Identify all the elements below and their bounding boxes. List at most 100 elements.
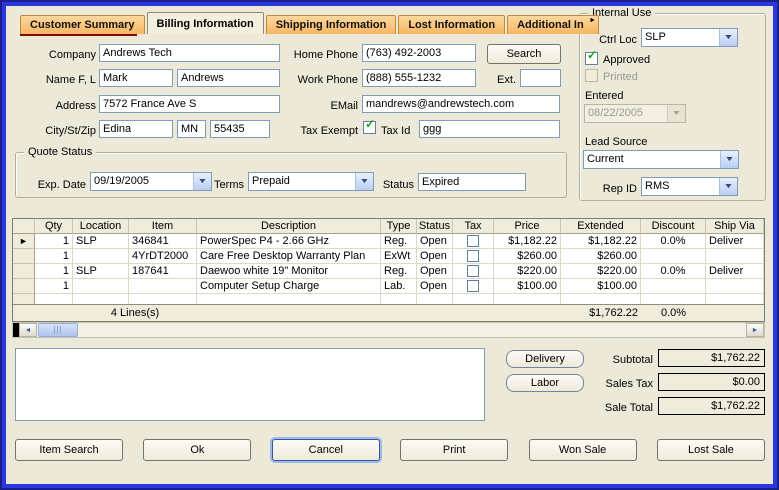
cell-status[interactable]: Open	[417, 249, 453, 264]
cell-shipvia[interactable]	[706, 279, 764, 294]
table-row[interactable]: 1 4YrDT2000 Care Free Desktop Warranty P…	[13, 249, 764, 264]
cell-price[interactable]: $100.00	[494, 279, 561, 294]
scroll-left-arrow-icon[interactable]: ◄	[19, 323, 37, 337]
cell-price[interactable]: $1,182.22	[494, 234, 561, 249]
ctrl-loc-select[interactable]: SLP ▼	[641, 28, 738, 47]
row-selector[interactable]	[13, 264, 35, 279]
address-input[interactable]	[99, 95, 280, 113]
tab-lost-information[interactable]: Lost Information	[398, 15, 505, 34]
cell-extended[interactable]: $1,182.22	[561, 234, 641, 249]
cell-item[interactable]: 346841	[129, 234, 197, 249]
labor-button[interactable]: Labor	[506, 374, 584, 392]
notes-textarea[interactable]	[15, 348, 485, 421]
col-header-selector[interactable]	[13, 219, 35, 234]
tax-checkbox[interactable]	[467, 265, 479, 277]
cell-shipvia[interactable]	[706, 249, 764, 264]
cell-extended[interactable]: $220.00	[561, 264, 641, 279]
cell-description[interactable]: Computer Setup Charge	[197, 279, 381, 294]
cell-type[interactable]: Reg.	[381, 264, 417, 279]
col-header-type[interactable]: Type	[381, 219, 417, 234]
home-phone-input[interactable]	[362, 44, 476, 62]
cell-item[interactable]	[129, 279, 197, 294]
tax-checkbox[interactable]	[467, 280, 479, 292]
col-header-tax[interactable]: Tax	[453, 219, 494, 234]
city-input[interactable]	[99, 120, 173, 138]
status-input[interactable]	[418, 173, 526, 191]
work-phone-input[interactable]	[362, 69, 476, 87]
scrollbar-thumb[interactable]	[38, 323, 78, 337]
cell-description[interactable]: PowerSpec P4 - 2.66 GHz	[197, 234, 381, 249]
zip-input[interactable]	[210, 120, 270, 138]
table-row[interactable]: 1 Computer Setup Charge Lab. Open $100.0…	[13, 279, 764, 294]
scroll-right-arrow-icon[interactable]: ►	[746, 323, 764, 337]
cell-extended[interactable]: $260.00	[561, 249, 641, 264]
cancel-button[interactable]: Cancel	[272, 439, 380, 461]
col-header-description[interactable]: Description	[197, 219, 381, 234]
last-name-input[interactable]	[177, 69, 280, 87]
col-header-shipvia[interactable]: Ship Via	[706, 219, 764, 234]
tax-checkbox[interactable]	[467, 235, 479, 247]
cell-type[interactable]: Reg.	[381, 234, 417, 249]
cell-location[interactable]	[73, 249, 129, 264]
cell-location[interactable]	[73, 279, 129, 294]
col-header-location[interactable]: Location	[73, 219, 129, 234]
item-search-button[interactable]: Item Search	[15, 439, 123, 461]
lead-source-select[interactable]: Current ▼	[583, 150, 739, 169]
col-header-item[interactable]: Item	[129, 219, 197, 234]
cell-discount[interactable]	[641, 279, 706, 294]
tab-customer-summary[interactable]: Customer Summary	[20, 15, 145, 34]
won-sale-button[interactable]: Won Sale	[529, 439, 637, 461]
tab-scroll-right-icon[interactable]: ►	[589, 17, 596, 25]
company-input[interactable]	[99, 44, 280, 62]
col-header-extended[interactable]: Extended	[561, 219, 641, 234]
exp-date-select[interactable]: 09/19/2005 ▼	[90, 172, 212, 191]
cell-qty[interactable]: 1	[35, 234, 73, 249]
cell-qty[interactable]: 1	[35, 279, 73, 294]
col-header-status[interactable]: Status	[417, 219, 453, 234]
tab-additional-info[interactable]: Additional In ►	[507, 15, 599, 34]
col-header-qty[interactable]: Qty	[35, 219, 73, 234]
delivery-button[interactable]: Delivery	[506, 350, 584, 368]
cell-status[interactable]: Open	[417, 279, 453, 294]
cell-qty[interactable]: 1	[35, 264, 73, 279]
first-name-input[interactable]	[99, 69, 173, 87]
col-header-discount[interactable]: Discount	[641, 219, 706, 234]
email-input[interactable]	[362, 95, 560, 113]
search-button[interactable]: Search	[487, 44, 561, 64]
cell-type[interactable]: Lab.	[381, 279, 417, 294]
approved-checkbox[interactable]: ✓	[585, 52, 598, 65]
cell-description[interactable]: Daewoo white 19" Monitor	[197, 264, 381, 279]
cell-extended[interactable]: $100.00	[561, 279, 641, 294]
ext-input[interactable]	[520, 69, 561, 87]
tax-exempt-checkbox[interactable]: ✓	[363, 121, 376, 134]
table-row[interactable]: 1 SLP 187641 Daewoo white 19" Monitor Re…	[13, 264, 764, 279]
cell-type[interactable]: ExWt	[381, 249, 417, 264]
tab-shipping-information[interactable]: Shipping Information	[266, 15, 397, 34]
tax-id-input[interactable]	[419, 120, 560, 138]
cell-location[interactable]: SLP	[73, 264, 129, 279]
cell-description[interactable]: Care Free Desktop Warranty Plan	[197, 249, 381, 264]
cell-status[interactable]: Open	[417, 264, 453, 279]
cell-item[interactable]: 187641	[129, 264, 197, 279]
tax-checkbox[interactable]	[467, 250, 479, 262]
cell-discount[interactable]: 0.0%	[641, 234, 706, 249]
row-selector[interactable]	[13, 249, 35, 264]
print-button[interactable]: Print	[400, 439, 508, 461]
cell-price[interactable]: $220.00	[494, 264, 561, 279]
scrollbar-track[interactable]	[78, 323, 746, 337]
ok-button[interactable]: Ok	[143, 439, 251, 461]
state-input[interactable]	[177, 120, 206, 138]
cell-status[interactable]: Open	[417, 234, 453, 249]
empty-row[interactable]	[13, 294, 764, 304]
col-header-price[interactable]: Price	[494, 219, 561, 234]
lost-sale-button[interactable]: Lost Sale	[657, 439, 765, 461]
tab-billing-information[interactable]: Billing Information	[147, 12, 264, 34]
cell-shipvia[interactable]: Deliver	[706, 234, 764, 249]
cell-discount[interactable]: 0.0%	[641, 264, 706, 279]
cell-price[interactable]: $260.00	[494, 249, 561, 264]
rep-id-select[interactable]: RMS ▼	[641, 177, 738, 196]
terms-select[interactable]: Prepaid ▼	[248, 172, 374, 191]
row-selector[interactable]	[13, 279, 35, 294]
cell-qty[interactable]: 1	[35, 249, 73, 264]
cell-location[interactable]: SLP	[73, 234, 129, 249]
